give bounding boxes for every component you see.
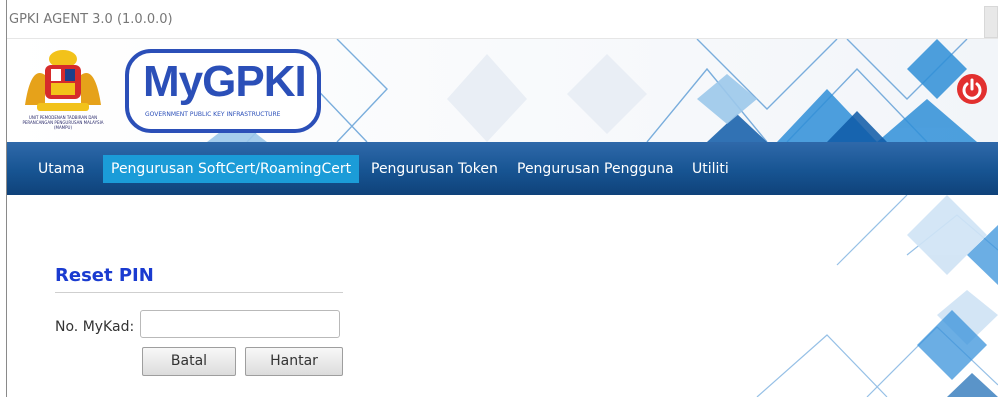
- nav-item-softcert[interactable]: Pengurusan SoftCert/RoamingCert: [103, 155, 360, 183]
- page-title: Reset PIN: [55, 265, 154, 286]
- nav-item-utiliti[interactable]: Utiliti: [684, 155, 737, 183]
- logo-text: MyGPKI: [143, 57, 307, 106]
- power-button[interactable]: [957, 74, 987, 104]
- header-banner: UNIT PEMODENAN TADBIRAN DAN PERANCANGAN …: [7, 39, 998, 142]
- cancel-button[interactable]: Batal: [142, 347, 236, 376]
- scrollbar[interactable]: [984, 6, 998, 38]
- title-bar: GPKI AGENT 3.0 (1.0.0.0): [7, 0, 998, 39]
- crest-icon: UNIT PEMODENAN TADBIRAN DAN PERANCANGAN …: [15, 45, 111, 135]
- nav-item-token[interactable]: Pengurusan Token: [363, 155, 506, 183]
- submit-button[interactable]: Hantar: [245, 347, 343, 376]
- crest-caption: UNIT PEMODENAN TADBIRAN DAN PERANCANGAN …: [22, 115, 104, 130]
- window-title: GPKI AGENT 3.0 (1.0.0.0): [9, 12, 173, 27]
- main-nav: Utama Pengurusan SoftCert/RoamingCert Pe…: [7, 142, 998, 195]
- power-icon: [962, 78, 982, 100]
- logo-subtitle: GOVERNMENT PUBLIC KEY INFRASTRUCTURE: [145, 111, 281, 118]
- app-window: GPKI AGENT 3.0 (1.0.0.0) UNIT PEMODENAN …: [6, 0, 998, 397]
- mykad-label: No. MyKad:: [55, 319, 135, 335]
- mykad-input[interactable]: [140, 310, 340, 338]
- title-divider: [55, 292, 343, 293]
- nav-item-pengguna[interactable]: Pengurusan Pengguna: [509, 155, 682, 183]
- nav-item-utama[interactable]: Utama: [30, 155, 93, 183]
- mygpki-logo: MyGPKI GOVERNMENT PUBLIC KEY INFRASTRUCT…: [125, 49, 321, 133]
- main-content: Reset PIN No. MyKad: Batal Hantar: [7, 195, 998, 397]
